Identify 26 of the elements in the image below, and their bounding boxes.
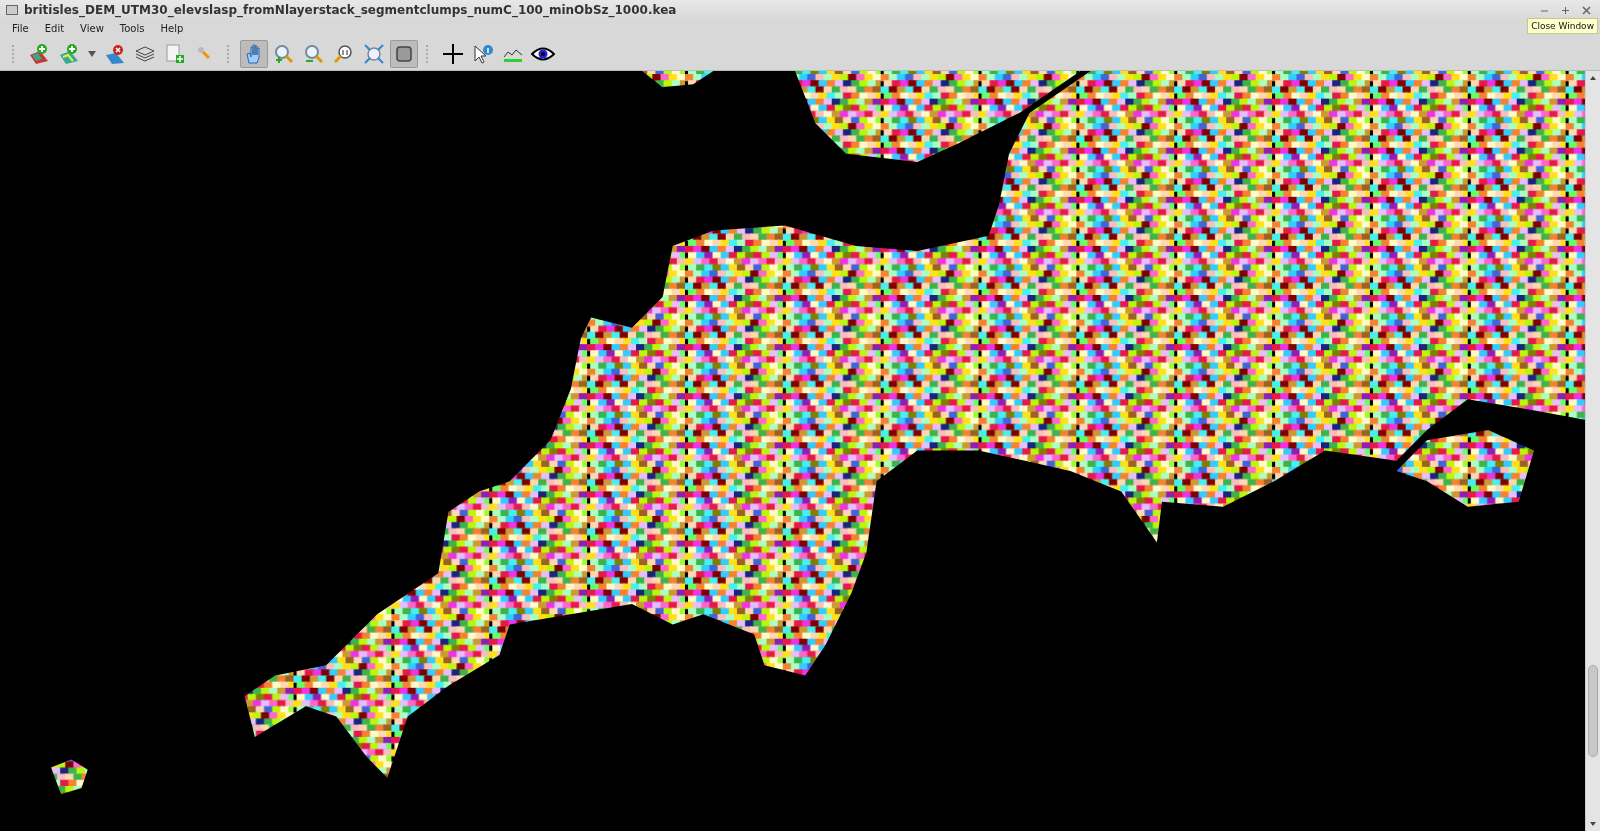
scrollbar-thumb[interactable] [1588, 665, 1598, 757]
zoom-full-extent-icon [363, 42, 385, 65]
menu-item[interactable]: Tools [113, 23, 151, 34]
pan-tool-button[interactable] [240, 39, 268, 68]
close-button[interactable] [1579, 5, 1594, 15]
close-icon [1582, 5, 1591, 15]
menu-item[interactable]: File [6, 23, 35, 34]
query-cursor-icon [472, 42, 494, 65]
zoom-actual-size-icon [333, 42, 355, 65]
add-vector-layer-icon [58, 42, 80, 65]
zoom-in-icon [273, 42, 295, 65]
window-title: britisles_DEM_UTM30_elevslasp_fromNlayerstack_segmentclumps_numC_100_minObSz_1000.kea [24, 3, 677, 17]
pixel-frame-button[interactable] [390, 39, 418, 68]
zoom-out-icon [303, 42, 325, 65]
vertical-scrollbar[interactable] [1585, 71, 1600, 831]
maximize-icon [1561, 5, 1570, 15]
menu-item[interactable]: Edit [38, 23, 71, 34]
crosshair-icon [442, 42, 464, 65]
add-raster-layer-icon [28, 42, 50, 65]
new-page-icon [164, 42, 186, 65]
window-icon [6, 5, 18, 15]
menu-item[interactable]: View [74, 23, 110, 34]
dropdown-caret-icon [88, 50, 96, 57]
remove-layer-icon [104, 42, 126, 65]
menu-item[interactable]: Help [154, 23, 190, 34]
tooltip: Close Window [1527, 18, 1598, 34]
